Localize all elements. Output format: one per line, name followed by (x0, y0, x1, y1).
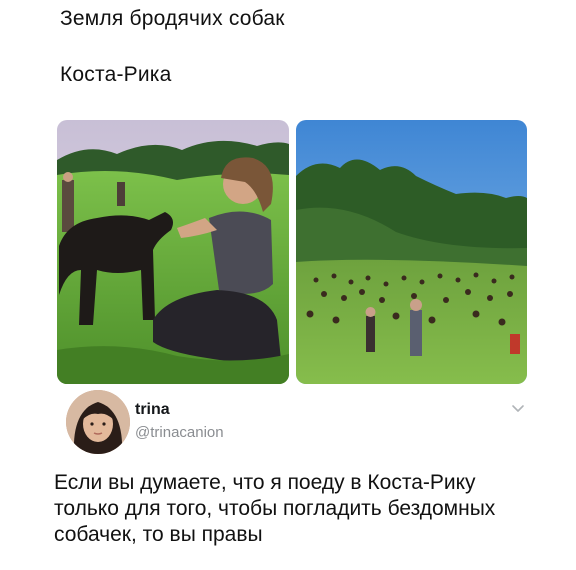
chevron-down-icon[interactable] (510, 402, 526, 414)
caption-location: Коста-Рика (60, 63, 172, 86)
avatar-image (66, 390, 130, 454)
photo-woman-with-dog[interactable] (57, 120, 289, 384)
caption-title: Земля бродячих собак (60, 7, 285, 30)
avatar[interactable] (66, 390, 130, 454)
photo-field-of-dogs-image (296, 120, 527, 384)
user-display-name[interactable]: trina (135, 401, 170, 419)
photo-field-of-dogs[interactable] (296, 120, 527, 384)
tweet-card: trina @trinacanion Если вы думаете, что … (30, 104, 547, 560)
photo-woman-with-dog-image (57, 120, 289, 384)
tweet-text: Если вы думаете, что я поеду в Коста-Рик… (54, 471, 496, 546)
user-handle[interactable]: @trinacanion (135, 424, 224, 441)
